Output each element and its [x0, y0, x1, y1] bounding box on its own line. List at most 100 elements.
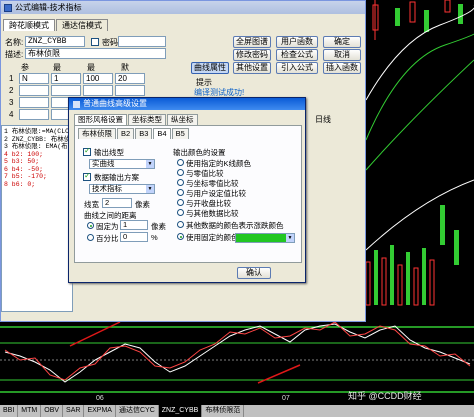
code-line: 3 布林侦限: EMA(布林侦限,: [4, 143, 72, 150]
daily-label: 日线: [315, 115, 331, 124]
name-label: 名称:: [5, 38, 24, 47]
chevron-down-icon: ▼: [286, 234, 294, 242]
date-label-06: 06: [96, 395, 104, 402]
desc-field[interactable]: 布林侦限: [25, 48, 166, 59]
data-output-checkbox[interactable]: [83, 171, 91, 181]
code-line: 2 ZNZ_CYBB: 布林侦限: [4, 135, 73, 143]
curve-settings-dialog: 普通曲线高级设置 图形风格设置 坐标类型 纵坐标 布林侦限 B2 B3 B4 B…: [68, 97, 306, 283]
watermark: 知乎 @CCDD财经: [348, 391, 422, 401]
password-label: 密码: [102, 38, 118, 47]
window-title: 公式编辑-技术指标: [15, 3, 82, 12]
data-output-select[interactable]: 技术指标 ▼: [89, 184, 155, 194]
percent-field[interactable]: 0: [120, 232, 148, 242]
import-formula-button[interactable]: 引入公式: [276, 62, 318, 74]
color-option-radio[interactable]: [177, 233, 184, 240]
fixed-unit: 像素: [151, 222, 166, 231]
line-tab[interactable]: B2: [117, 128, 135, 139]
code-line: 1 布林侦限:=MA(CLOSE,N);: [4, 128, 73, 135]
line-tab[interactable]: 布林侦限: [78, 128, 116, 139]
fixed-field[interactable]: 1: [120, 220, 148, 230]
cancel-button[interactable]: 取消: [323, 49, 361, 61]
code-line: 8 b6: 0;: [4, 180, 36, 188]
dialog-ok-button[interactable]: 确认: [237, 267, 271, 279]
param-row: 2: [9, 85, 147, 96]
full-screen-button[interactable]: 全屏图谱: [233, 36, 271, 48]
chevron-down-icon: ▼: [146, 160, 154, 168]
color-option-radio[interactable]: [177, 209, 184, 216]
color-option-label: 使用固定的颜色: [186, 233, 239, 242]
param-name-cell[interactable]: [19, 109, 49, 120]
data-output-label: 数据输出方案: [94, 173, 139, 182]
param-def-cell[interactable]: [115, 85, 145, 96]
tab-style[interactable]: 图形风格设置: [74, 114, 127, 125]
param-max-cell[interactable]: 100: [83, 73, 113, 84]
tab-tdx-mode[interactable]: 通达信模式: [56, 19, 108, 31]
color-option-radio[interactable]: [177, 169, 184, 176]
fixed-label: 固定为: [96, 222, 119, 231]
line-type-select[interactable]: 实曲线 ▼: [89, 159, 155, 169]
name-field[interactable]: ZNZ_CYBB: [25, 36, 85, 47]
indicator-tab[interactable]: 通达信CYC: [116, 405, 159, 417]
code-editor[interactable]: 1 布林侦限:=MA(CLOSE,N); 2 ZNZ_CYBB: 布林侦限 3 …: [1, 125, 73, 312]
indicator-tab-bar: BBI MTM OBV SAR EXPMA 通达信CYC ZNZ_CYBB 布林…: [0, 405, 474, 417]
color-option-radio[interactable]: [177, 189, 184, 196]
modify-password-button[interactable]: 修改密码: [233, 49, 271, 61]
line-tab[interactable]: B3: [135, 128, 153, 139]
curve-attr-button[interactable]: 曲线属性: [191, 62, 229, 74]
param-row: 1 N 1 100 20: [9, 73, 147, 84]
dialog-top-tabs: 图形风格设置 坐标类型 纵坐标: [74, 114, 199, 125]
width-field[interactable]: 2: [102, 198, 132, 208]
fixed-color-select[interactable]: ▼: [235, 233, 295, 243]
color-option-radio[interactable]: [177, 159, 184, 166]
dialog-titlebar: 普通曲线高级设置: [69, 98, 305, 110]
indicator-tab[interactable]: 布林侦限范: [202, 405, 245, 417]
indicator-tab-active[interactable]: ZNZ_CYBB: [158, 405, 203, 417]
param-name-cell[interactable]: [19, 85, 49, 96]
param-name-cell[interactable]: [19, 97, 49, 108]
line-tab[interactable]: B4: [153, 128, 171, 139]
indicator-tab[interactable]: SAR: [63, 405, 85, 417]
color-option-label: 其他数据的颜色表示涨跌颜色: [186, 221, 284, 230]
code-line: 5 b3: 50;: [4, 158, 40, 165]
percent-radio[interactable]: [87, 234, 94, 241]
dialog-icon: [73, 100, 80, 108]
line-tab[interactable]: B5: [171, 128, 189, 139]
password-field[interactable]: [118, 36, 166, 47]
param-min-cell[interactable]: 1: [51, 73, 81, 84]
code-line: 4 b2: 100;: [4, 150, 44, 158]
width-unit: 像素: [135, 200, 150, 209]
code-line: 7 b5: -170;: [4, 173, 47, 180]
color-option-radio[interactable]: [177, 221, 184, 228]
confirm-button[interactable]: 确定: [323, 36, 361, 48]
indicator-tab[interactable]: EXPMA: [84, 405, 116, 417]
indicator-tab[interactable]: BBI: [0, 405, 19, 417]
color-option-radio[interactable]: [177, 199, 184, 206]
width-label: 线宽: [84, 200, 99, 209]
user-func-button[interactable]: 用户函数: [276, 36, 318, 48]
indicator-tab[interactable]: OBV: [41, 405, 64, 417]
output-line-checkbox[interactable]: [83, 146, 91, 156]
line-tabs: 布林侦限 B2 B3 B4 B5: [78, 128, 190, 139]
chevron-down-icon: ▼: [146, 185, 154, 193]
check-formula-button[interactable]: 检查公式: [276, 49, 318, 61]
password-checkbox[interactable]: [91, 38, 99, 46]
tab-coord-type[interactable]: 坐标类型: [128, 114, 166, 125]
desc-label: 描述:: [5, 50, 24, 59]
percent-label: 百分比: [96, 234, 119, 243]
other-settings-button[interactable]: 其他设置: [233, 62, 271, 74]
indicator-tab[interactable]: MTM: [18, 405, 42, 417]
color-group-label: 输出颜色的设置: [173, 148, 226, 157]
param-max-cell[interactable]: [83, 85, 113, 96]
param-name-cell[interactable]: N: [19, 73, 49, 84]
color-option-radio[interactable]: [177, 179, 184, 186]
mode-tabs: 跨花顺模式 通达信模式: [3, 19, 109, 31]
dialog-title: 普通曲线高级设置: [83, 99, 147, 108]
param-def-cell[interactable]: 20: [115, 73, 145, 84]
insert-func-button[interactable]: 插入函数: [323, 62, 361, 74]
fixed-radio[interactable]: [87, 222, 94, 229]
tab-ths-mode[interactable]: 跨花顺模式: [3, 19, 55, 31]
param-min-cell[interactable]: [51, 85, 81, 96]
code-line: 6 b4: -50;: [4, 165, 44, 173]
tab-y-axis[interactable]: 纵坐标: [167, 114, 198, 125]
app-icon: [4, 3, 12, 12]
